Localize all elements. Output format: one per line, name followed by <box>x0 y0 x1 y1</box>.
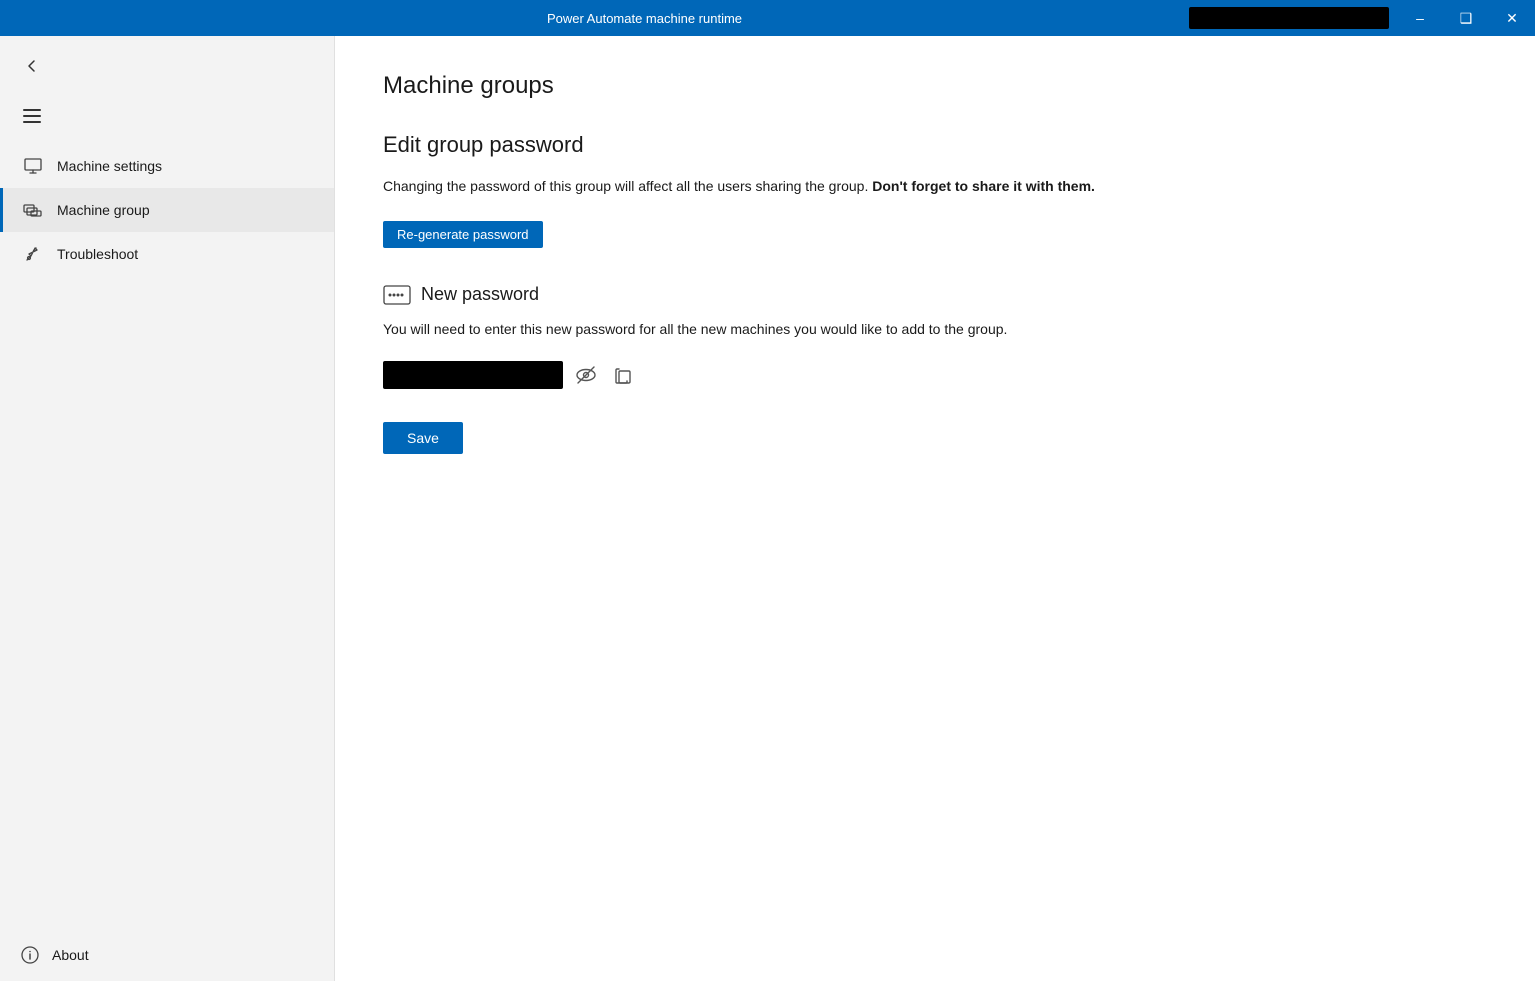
new-password-label: New password <box>421 284 539 305</box>
regenerate-password-button[interactable]: Re-generate password <box>383 221 543 248</box>
password-dots-icon <box>383 285 411 305</box>
info-text-normal: Changing the password of this group will… <box>383 178 868 194</box>
machine-settings-icon <box>23 156 43 176</box>
info-text-bold: Don't forget to share it with them. <box>872 178 1095 194</box>
sidebar-top <box>0 36 334 96</box>
hamburger-icon <box>23 109 41 123</box>
password-value <box>383 361 563 389</box>
toggle-visibility-button[interactable] <box>571 360 601 390</box>
menu-button[interactable] <box>16 100 48 132</box>
sidebar-nav: Machine settings Machine group <box>0 136 334 284</box>
sidebar-item-about-label: About <box>52 947 89 963</box>
back-button[interactable] <box>16 50 48 82</box>
copy-icon <box>613 365 633 385</box>
title-bar-controls: – ❑ ✕ <box>1189 0 1535 36</box>
minimize-button[interactable]: – <box>1397 0 1443 36</box>
title-bar: Power Automate machine runtime – ❑ ✕ <box>0 0 1535 36</box>
main-content: Machine groups Edit group password Chang… <box>335 36 1535 981</box>
title-bar-redacted <box>1189 7 1389 29</box>
new-password-desc: You will need to enter this new password… <box>383 319 1487 340</box>
info-text: Changing the password of this group will… <box>383 176 1487 197</box>
sidebar-item-machine-group[interactable]: Machine group <box>0 188 334 232</box>
machine-group-icon <box>23 200 43 220</box>
sidebar: Machine settings Machine group <box>0 36 335 981</box>
new-password-section: New password You will need to enter this… <box>383 284 1487 454</box>
troubleshoot-icon <box>23 244 43 264</box>
sidebar-item-machine-group-label: Machine group <box>57 202 150 218</box>
app-body: Machine settings Machine group <box>0 36 1535 981</box>
section-title: Edit group password <box>383 132 1487 158</box>
close-button[interactable]: ✕ <box>1489 0 1535 36</box>
title-bar-title: Power Automate machine runtime <box>100 11 1189 26</box>
sidebar-item-machine-settings[interactable]: Machine settings <box>0 144 334 188</box>
save-button[interactable]: Save <box>383 422 463 454</box>
maximize-button[interactable]: ❑ <box>1443 0 1489 36</box>
sidebar-item-machine-settings-label: Machine settings <box>57 158 162 174</box>
page-title: Machine groups <box>383 72 1487 100</box>
sidebar-item-about[interactable]: About <box>0 929 334 981</box>
new-password-heading: New password <box>383 284 1487 305</box>
sidebar-item-troubleshoot-label: Troubleshoot <box>57 246 138 262</box>
about-icon <box>20 945 40 965</box>
sidebar-item-troubleshoot[interactable]: Troubleshoot <box>0 232 334 276</box>
copy-button[interactable] <box>609 361 637 389</box>
password-field-row <box>383 360 1487 390</box>
eye-icon <box>575 364 597 386</box>
